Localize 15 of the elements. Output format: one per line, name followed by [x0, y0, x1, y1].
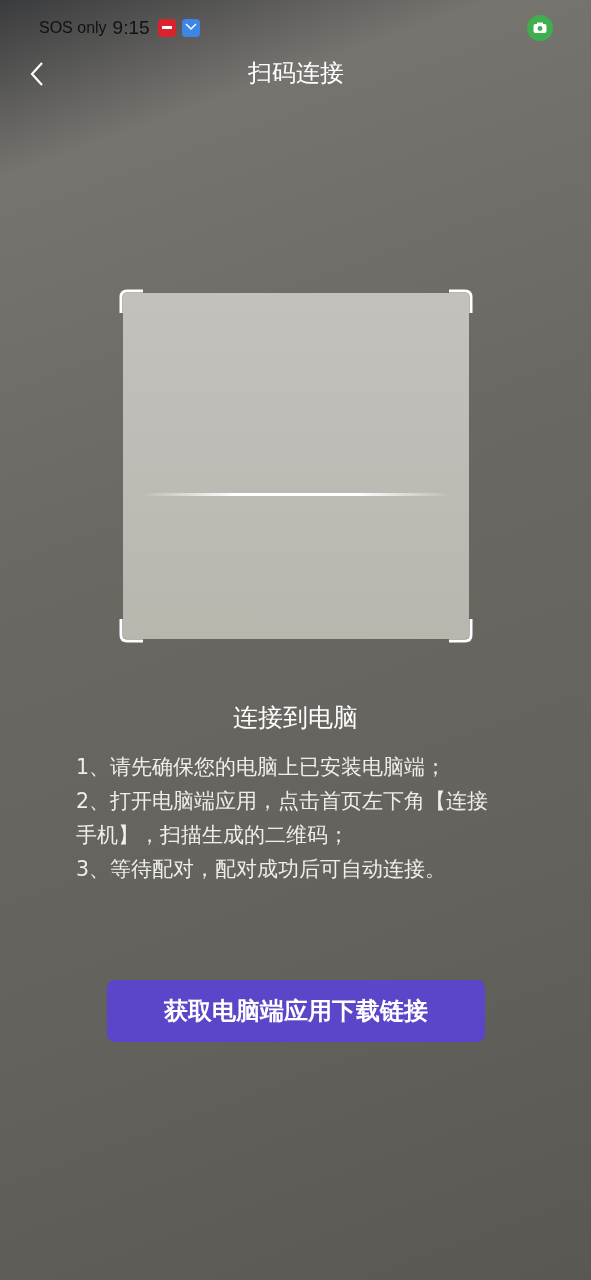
download-link-button[interactable]: 获取电脑端应用下载链接 [106, 980, 485, 1042]
camera-icon [527, 15, 553, 41]
section-heading: 连接到电脑 [232, 702, 359, 734]
carrier-text: SOS only [39, 19, 107, 37]
status-time: 9:15 [112, 17, 150, 39]
mail-notification-icon [181, 19, 200, 37]
instruction-text: 3、等待配对，配对成功后可自动连接。 [76, 856, 448, 883]
corner-bracket-icon [446, 289, 473, 315]
page-title: 扫码连接 [247, 58, 344, 89]
app-notification-icon [157, 19, 176, 37]
corner-bracket-icon [446, 617, 473, 643]
instruction-text: 2、打开电脑端应用，点击首页左下角【连接手机】，扫描生成的二维码； [76, 788, 490, 849]
instruction-text: 1、请先确保您的电脑上已安装电脑端； [76, 754, 448, 781]
corner-bracket-icon [118, 617, 145, 643]
corner-bracket-icon [118, 289, 145, 315]
